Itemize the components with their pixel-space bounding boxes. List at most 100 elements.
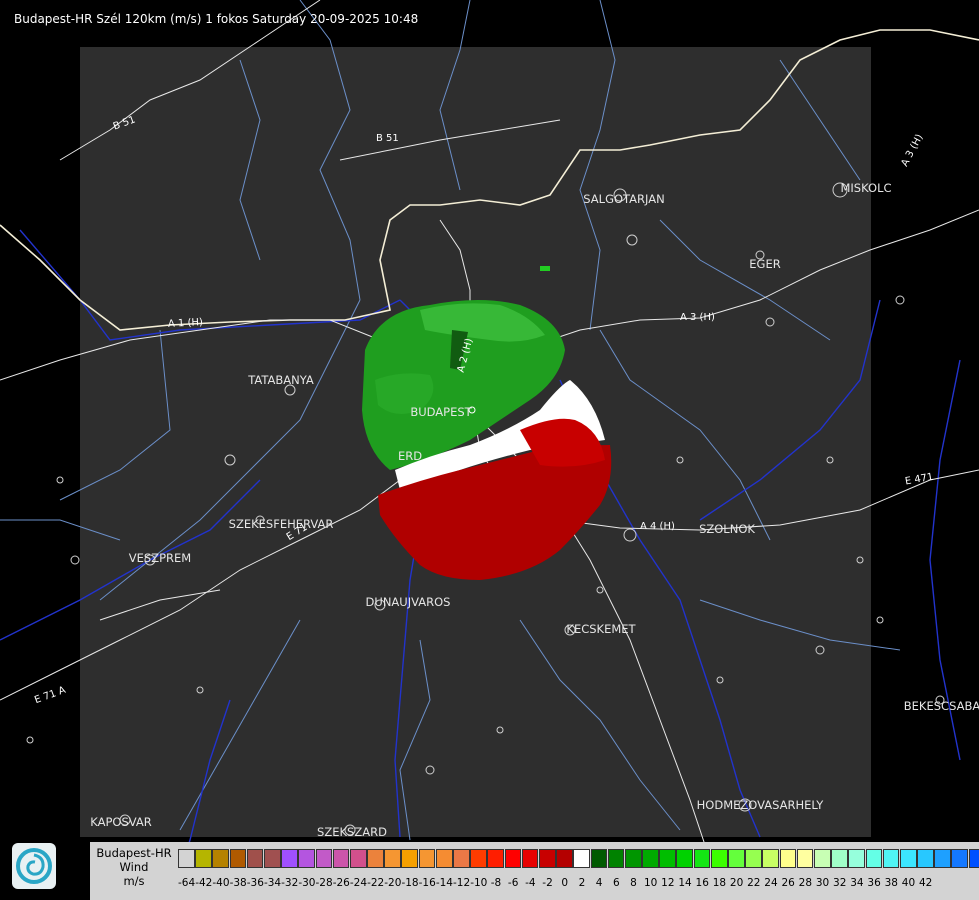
legend-tick-label: -40 bbox=[212, 877, 230, 889]
city-label: BUDAPEST bbox=[410, 405, 472, 419]
swirl-icon bbox=[16, 848, 52, 884]
legend-swatch bbox=[538, 849, 556, 868]
legend-swatch bbox=[504, 849, 522, 868]
legend-swatch bbox=[590, 849, 608, 868]
city-label: DUNAUJVAROS bbox=[365, 595, 451, 609]
legend-tick-label: -6 bbox=[507, 877, 519, 889]
city-label: KAPOSVAR bbox=[90, 815, 152, 829]
legend-swatch bbox=[779, 849, 797, 868]
city-label: BEKESCSABA bbox=[903, 699, 979, 713]
legend-tick-label: -16 bbox=[418, 877, 436, 889]
legend-swatch bbox=[899, 849, 917, 868]
legend-title: Budapest-HR Wind m/s bbox=[90, 846, 178, 888]
legend-swatch bbox=[642, 849, 659, 868]
legend-tick-label: -26 bbox=[332, 877, 350, 889]
legend-tick-label: -4 bbox=[525, 877, 536, 889]
legend-swatch bbox=[813, 849, 831, 868]
legend-swatch bbox=[178, 849, 195, 868]
legend-swatch bbox=[676, 849, 694, 868]
legend-swatch bbox=[367, 849, 384, 868]
road-label: A 4 (H) bbox=[640, 521, 675, 532]
legend-title-unit: m/s bbox=[123, 874, 145, 888]
legend-tick-label: -20 bbox=[384, 877, 402, 889]
legend-tick-label: -14 bbox=[435, 877, 453, 889]
legend-tick-label: 24 bbox=[764, 877, 778, 889]
legend-swatch bbox=[659, 849, 676, 868]
city-label: SZEKSZARD bbox=[317, 825, 387, 839]
legend-swatch bbox=[487, 849, 505, 868]
city-label: SZOLNOK bbox=[699, 522, 755, 536]
legend-swatch bbox=[848, 849, 865, 868]
legend-swatch bbox=[934, 849, 951, 868]
legend-swatch bbox=[435, 849, 453, 868]
legend-swatch bbox=[332, 849, 350, 868]
city-label: MISKOLC bbox=[840, 181, 892, 195]
legend-swatch bbox=[470, 849, 487, 868]
service-logo bbox=[12, 843, 56, 889]
legend-tick-label: 4 bbox=[595, 877, 603, 889]
legend-swatch bbox=[298, 849, 315, 868]
legend-swatch bbox=[281, 849, 298, 868]
legend-ticks: -64 -42 -40 -38 -36 -34 -32 -30 -28 -26 -24 -22 -20-… bbox=[178, 877, 934, 891]
legend-swatch bbox=[556, 849, 573, 868]
legend-swatches bbox=[178, 849, 979, 868]
road-label: A 1 (H) bbox=[167, 317, 204, 330]
legend-swatch bbox=[607, 849, 625, 868]
legend-swatch bbox=[349, 849, 367, 868]
legend-swatch bbox=[246, 849, 264, 868]
city-label: ERD bbox=[397, 449, 423, 463]
legend-tick-label: 16 bbox=[695, 877, 709, 889]
legend-swatch bbox=[745, 849, 762, 868]
legend-swatch bbox=[521, 849, 539, 868]
legend-tick-label: -22 bbox=[367, 877, 385, 889]
legend-tick-label: 8 bbox=[630, 877, 637, 889]
legend-tick-label: 34 bbox=[850, 877, 864, 889]
legend-tick-label: -42 bbox=[195, 877, 213, 889]
legend-tick-label: 10 bbox=[643, 877, 658, 889]
legend-tick-label: 14 bbox=[678, 877, 692, 889]
legend-swatch bbox=[693, 849, 711, 868]
legend-tick-label: -36 bbox=[246, 877, 264, 889]
legend-tick-label: -18 bbox=[401, 877, 419, 889]
legend-swatch bbox=[710, 849, 728, 868]
legend-tick-label: -34 bbox=[263, 877, 282, 889]
legend-tick-label: -28 bbox=[315, 877, 333, 889]
legend-tick-label: 36 bbox=[867, 877, 881, 889]
city-label: HODMEZOVASARHELY bbox=[696, 798, 824, 812]
radar-domain bbox=[80, 47, 871, 837]
legend-tick-label: -8 bbox=[490, 877, 502, 889]
legend-tick-label: -2 bbox=[542, 877, 553, 889]
legend-swatch bbox=[951, 849, 969, 868]
legend-swatch bbox=[229, 849, 247, 868]
legend-swatch bbox=[865, 849, 883, 868]
legend-swatch bbox=[796, 849, 814, 868]
legend-tick-label: 40 bbox=[901, 877, 916, 889]
legend-swatch bbox=[384, 849, 401, 868]
legend-swatch bbox=[728, 849, 745, 868]
legend-swatch bbox=[401, 849, 419, 868]
legend-swatch bbox=[968, 849, 979, 868]
page-title: Budapest-HR Szél 120km (m/s) 1 fokos Sat… bbox=[14, 12, 419, 26]
legend-tick-label: 22 bbox=[747, 877, 761, 889]
legend-swatch bbox=[624, 849, 642, 868]
color-legend: Budapest-HR Wind m/s -64 -42 -40 -38 -36 -34-… bbox=[90, 842, 979, 900]
legend-tick-label: 20 bbox=[729, 877, 744, 889]
legend-swatch bbox=[917, 849, 934, 868]
legend-swatch bbox=[831, 849, 848, 868]
city-label: KECSKEMET bbox=[566, 622, 636, 636]
city-label: SALGOTARJAN bbox=[583, 192, 665, 206]
city-label: VESZPREM bbox=[128, 551, 192, 565]
legend-tick-label: 32 bbox=[833, 877, 847, 889]
legend-tick-label: -24 bbox=[349, 877, 368, 889]
legend-tick-label: 38 bbox=[884, 877, 898, 889]
legend-tick-label: -32 bbox=[281, 877, 299, 889]
legend-tick-label: -12 bbox=[453, 877, 471, 889]
legend-swatch bbox=[212, 849, 230, 868]
legend-swatch bbox=[315, 849, 333, 868]
legend-swatch bbox=[263, 849, 281, 868]
city-label: TATABANYA bbox=[248, 373, 314, 387]
legend-swatch bbox=[453, 849, 470, 868]
legend-tick-label: 42 bbox=[918, 877, 933, 889]
legend-tick-label: -64 bbox=[178, 877, 196, 889]
radar-map bbox=[0, 0, 979, 900]
